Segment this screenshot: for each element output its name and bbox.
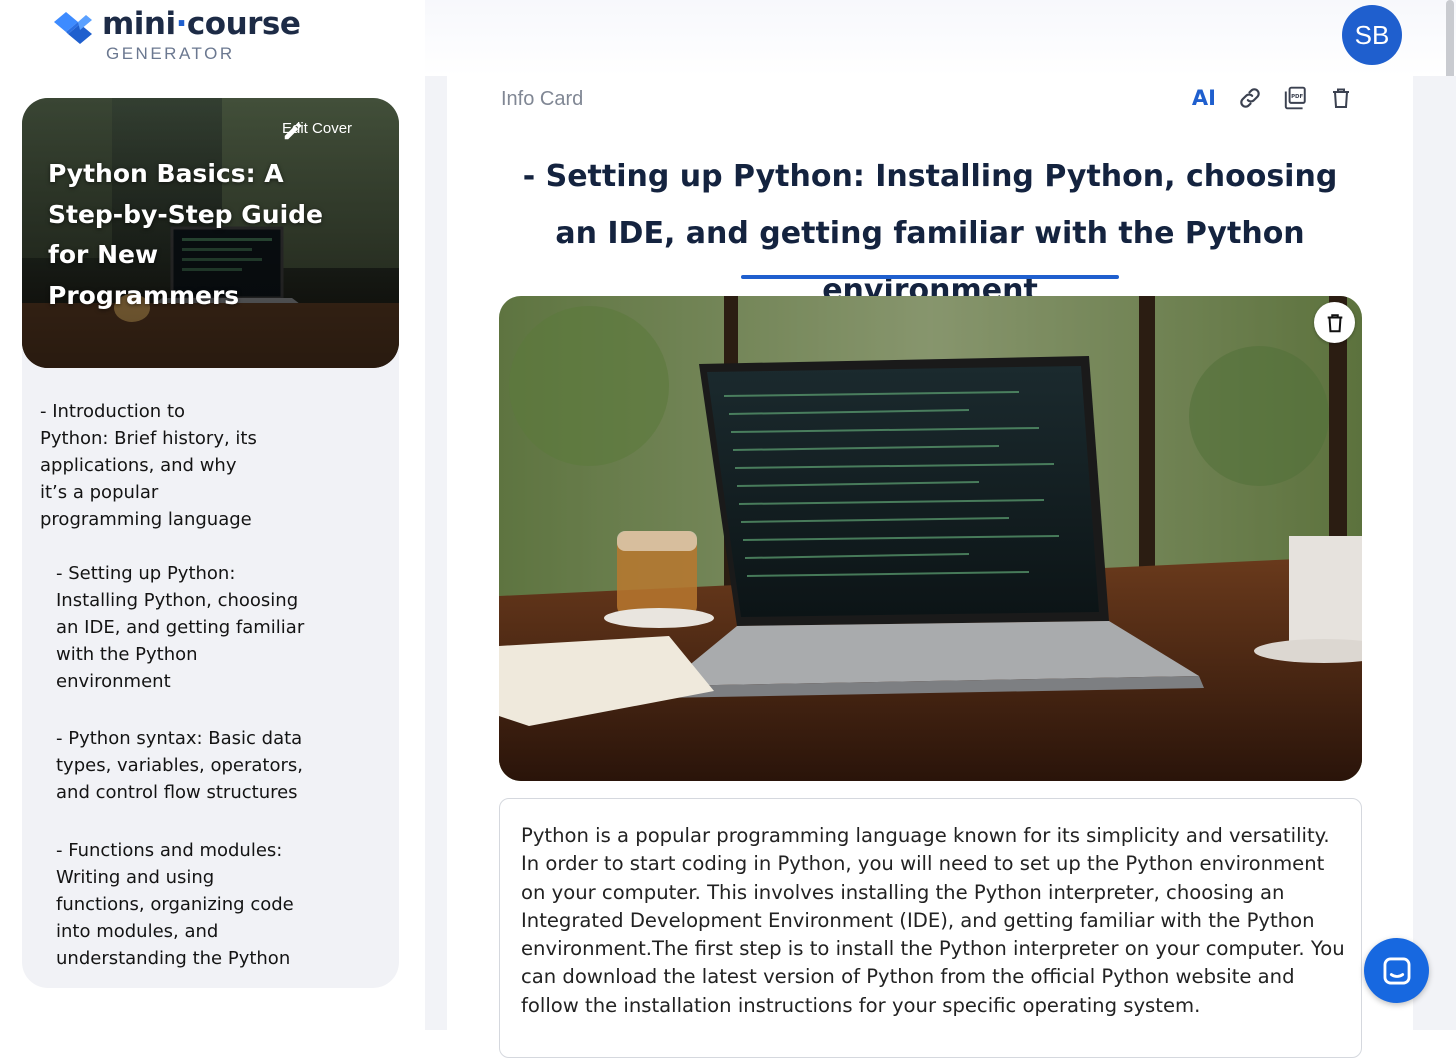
brand-tagline: GENERATOR xyxy=(106,44,235,63)
logo-icon xyxy=(54,12,92,44)
laptop-photo xyxy=(499,296,1362,781)
card-toolbar: AI PDF xyxy=(1190,80,1355,116)
brand-name-part1: mini xyxy=(102,6,176,42)
ai-button[interactable]: AI xyxy=(1190,84,1218,112)
trash-icon xyxy=(1333,88,1350,108)
user-avatar[interactable]: SB xyxy=(1342,5,1402,65)
chat-icon xyxy=(1383,957,1410,984)
card-image xyxy=(499,296,1362,781)
link-icon xyxy=(1239,88,1260,108)
course-cover: Edit Cover Python Basics: A Step-by-Step… xyxy=(22,98,399,368)
heading-underline xyxy=(741,275,1119,279)
svg-text:PDF: PDF xyxy=(1291,94,1303,100)
brand-name: mini·course xyxy=(102,6,301,42)
chat-button[interactable] xyxy=(1364,938,1429,1003)
trash-icon xyxy=(1327,313,1342,332)
app-logo[interactable]: mini·course GENERATOR xyxy=(52,6,312,63)
card-body-text[interactable]: Python is a popular programming language… xyxy=(521,822,1346,1020)
edit-cover-button[interactable]: Edit Cover xyxy=(282,120,352,140)
brand-name-part2: course xyxy=(186,6,301,42)
card-type-label: Info Card xyxy=(501,88,584,110)
link-button[interactable] xyxy=(1236,84,1264,112)
outline-item[interactable]: - Introduction to Python: Brief history,… xyxy=(40,398,280,533)
outline-item[interactable]: - Functions and modules: Writing and usi… xyxy=(56,837,306,972)
pdf-button[interactable]: PDF xyxy=(1282,84,1310,112)
brand-name-dot: · xyxy=(175,6,188,42)
card-heading: - Setting up Python: Installing Python, … xyxy=(522,159,1338,308)
pencil-icon xyxy=(284,122,302,140)
top-bar xyxy=(425,0,1456,76)
outline-item[interactable]: - Setting up Python: Installing Python, … xyxy=(56,560,306,695)
course-title: Python Basics: A Step-by-Step Guide for … xyxy=(48,159,323,310)
delete-image-button[interactable] xyxy=(1314,302,1355,343)
delete-card-button[interactable] xyxy=(1327,84,1355,112)
pdf-icon: PDF xyxy=(1285,86,1307,110)
course-sidebar: Edit Cover Python Basics: A Step-by-Step… xyxy=(22,98,399,988)
outline-item[interactable]: - Python syntax: Basic data types, varia… xyxy=(56,725,306,806)
